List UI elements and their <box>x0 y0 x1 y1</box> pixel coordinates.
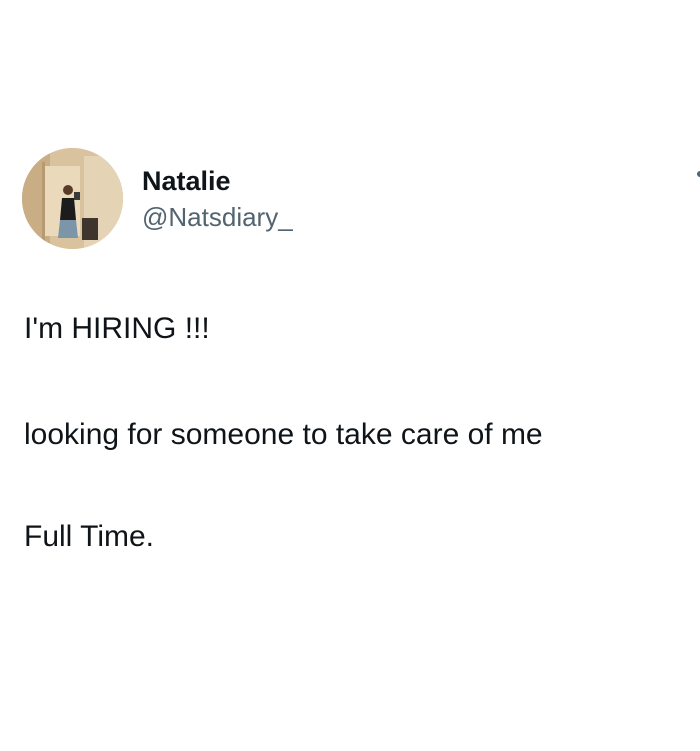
tweet-card: Natalie @Natsdiary_ I'm HIRING !!! looki… <box>0 0 700 751</box>
user-handle[interactable]: @Natsdiary_ <box>142 200 293 234</box>
tweet-text-line-1: I'm HIRING !!! <box>24 312 210 345</box>
display-name[interactable]: Natalie <box>142 164 293 198</box>
tweet-text-line-3: Full Time. <box>24 520 155 553</box>
more-options-icon[interactable] <box>694 160 700 188</box>
tweet-header: Natalie @Natsdiary_ <box>22 148 293 249</box>
avatar[interactable] <box>22 148 123 249</box>
author-names: Natalie @Natsdiary_ <box>142 164 293 234</box>
profile-photo-icon <box>22 148 123 249</box>
tweet-text-line-2: looking for someone to take care of me <box>24 418 543 451</box>
